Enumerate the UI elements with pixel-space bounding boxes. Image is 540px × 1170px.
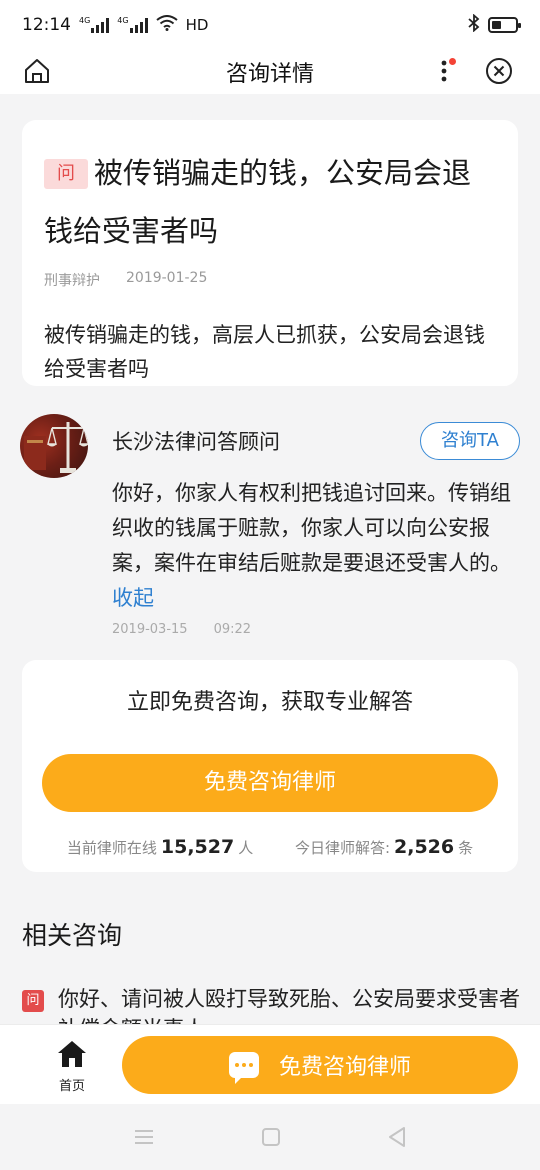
back-triangle-icon[interactable] [387,1126,407,1148]
home-filled-icon [58,1041,86,1067]
question-badge-icon: 问 [22,990,44,1012]
online-count: 15,527 [160,836,235,858]
cell-signal-icon-2: 4G [117,16,148,33]
question-title-block: 问被传销骗走的钱，公安局会退钱给受害者吗 [44,144,496,260]
answer-meta: 2019-03-15 09:22 [112,622,251,637]
question-tag: 问 [44,159,88,189]
related-section-title: 相关咨询 [22,921,123,950]
answered-stat: 今日律师解答: 2,526 条 [295,836,473,858]
question-card: 问被传销骗走的钱，公安局会退钱给受害者吗 刑事辩护 2019-01-25 被传销… [22,120,518,386]
bottom-free-consult-button[interactable]: 免费咨询律师 [122,1036,518,1094]
collapse-link[interactable]: 收起 [112,586,154,610]
bluetooth-icon [468,13,480,37]
network-type-1: 4G [79,16,91,25]
bottom-bar: 首页 免费咨询律师 [0,1024,540,1104]
free-consult-button[interactable]: 免费咨询律师 [42,754,498,812]
menu-icon[interactable] [133,1129,155,1145]
battery-icon [488,17,521,33]
question-date: 2019-01-25 [126,270,208,286]
home-square-icon[interactable] [261,1127,281,1147]
question-category: 刑事辩护 [44,273,100,289]
free-consult-card: 立即免费咨询，获取专业解答 免费咨询律师 当前律师在线 15,527 人 今日律师解… [22,660,518,872]
related-item-text: 你好、请问被人殴打导致死胎、公安局要求受害者补偿金额当事人 [58,987,520,1024]
tab-home[interactable]: 首页 [48,1039,96,1094]
status-right [468,13,521,37]
home-icon [25,59,49,83]
status-left: 12:14 4G 4G HD [22,14,209,36]
question-title: 被传销骗走的钱，公安局会退钱给受害者吗 [44,156,472,248]
wifi-icon [155,14,178,36]
answered-unit: 条 [458,839,474,857]
online-stat: 当前律师在线 15,527 人 [67,836,253,858]
bottom-cta-label: 免费咨询律师 [278,1055,411,1080]
page-title: 咨询详情 [225,62,314,87]
system-nav-bar [0,1104,540,1170]
question-body: 被传销骗走的钱，高层人已抓获，公安局会退钱给受害者吗 [44,323,485,381]
status-time: 12:14 [22,15,71,35]
close-button[interactable] [472,50,526,92]
lawyer-avatar[interactable] [20,414,88,478]
lawyer-name: 长沙法律问答顾问 [112,430,280,454]
lawyer-stats: 当前律师在线 15,527 人 今日律师解答: 2,526 条 [22,836,518,858]
related-list-item[interactable]: 问 你好、请问被人殴打导致死胎、公安局要求受害者补偿金额当事人 [22,984,522,1024]
answer-text: 你好，你家人有权利把钱追讨回来。传销组织收的钱属于赃款，你家人可以向公安报案，案… [112,481,511,575]
scales-of-justice-icon [24,422,88,473]
network-type-2: 4G [117,16,129,25]
answered-label: 今日律师解答: [294,839,390,857]
online-label: 当前律师在线 [66,839,157,857]
close-icon [486,58,512,84]
cell-signal-icon-1: 4G [79,16,110,33]
consult-lawyer-button[interactable]: 咨询TA [420,422,520,460]
home-button[interactable] [22,56,52,86]
status-bar: 12:14 4G 4G HD [0,0,540,50]
answer-time: 09:22 [213,622,252,637]
mini-program-capsule [416,50,526,92]
hd-indicator: HD [185,16,209,34]
more-button[interactable] [416,50,472,92]
notification-dot [449,58,456,65]
tab-home-label: 首页 [58,1079,85,1094]
nav-bar: 咨询详情 [0,50,540,94]
question-meta: 刑事辩护 2019-01-25 [44,270,496,290]
answered-count: 2,526 [394,836,455,858]
answer-text-block: 你好，你家人有权利把钱追讨回来。传销组织收的钱属于赃款，你家人可以向公安报案，案… [112,476,518,616]
online-unit: 人 [238,839,254,857]
chat-icon [228,1052,259,1084]
answer-block: 长沙法律问答顾问 咨询TA 你好，你家人有权利把钱追讨回来。传销组织收的钱属于赃… [20,414,520,644]
answer-date: 2019-03-15 [112,622,188,637]
cta-heading: 立即免费咨询，获取专业解答 [126,690,413,715]
more-vertical-icon [441,60,447,82]
